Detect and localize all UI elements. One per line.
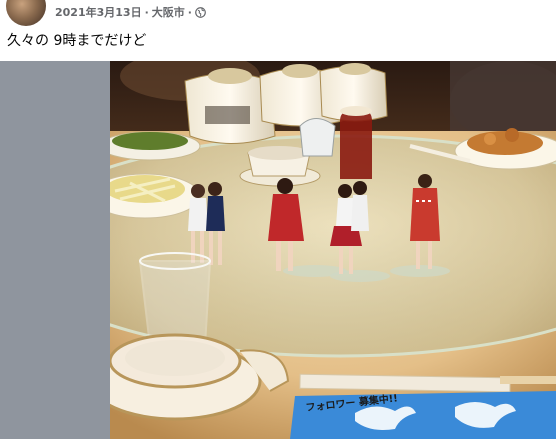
post-photo[interactable]: フォロワー 募集中!! [110, 61, 556, 439]
post-text: 久々の 9時までだけど [7, 33, 147, 49]
meta-separator: · [144, 5, 149, 19]
globe-icon[interactable] [195, 6, 206, 18]
edamame-plate [110, 131, 201, 161]
post-header: 2021年3月13日 · 大阪市 · 久々の 9時までだけど [0, 0, 556, 60]
meta-separator-2: · [187, 5, 192, 19]
photo-area: フォロワー 募集中!! [0, 61, 556, 439]
twitter-placemat: フォロワー 募集中!! [290, 391, 556, 439]
profile-avatar[interactable] [6, 0, 46, 26]
post-location[interactable]: 大阪市 [152, 4, 185, 20]
drinking-glass [138, 252, 212, 347]
post-meta: 2021年3月13日 · 大阪市 · [55, 4, 206, 20]
post-date[interactable]: 2021年3月13日 [55, 4, 142, 20]
photo-scene: フォロワー 募集中!! [110, 61, 556, 439]
